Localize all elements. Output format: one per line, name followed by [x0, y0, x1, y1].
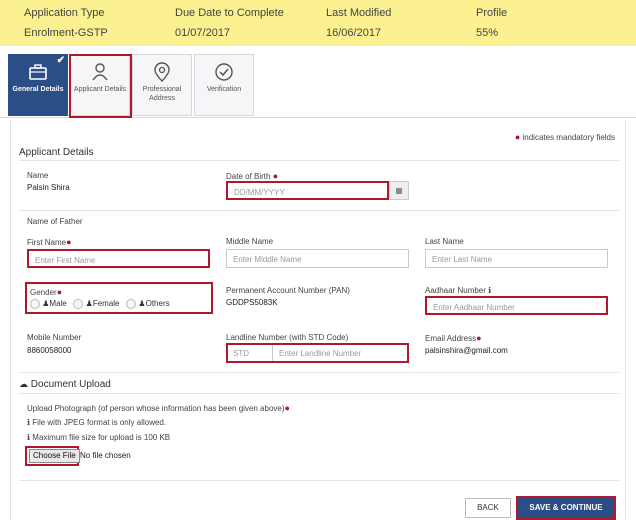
dob-input[interactable]: DD/MM/YYYY — [226, 181, 389, 200]
upload-note-format: ℹ File with JPEG format is only allowed. — [27, 418, 167, 427]
tab-professional-address[interactable]: Professional Address — [132, 54, 192, 116]
email-label: Email Address● — [425, 333, 482, 343]
check-circle-icon — [215, 63, 233, 81]
info-icon: ℹ — [488, 286, 492, 295]
landline-label: Landline Number (with STD Code) — [226, 333, 349, 342]
email-value: palsinshira@gmail.com — [425, 346, 508, 355]
application-summary-bar: Application Type Due Date to Complete La… — [0, 0, 636, 46]
gender-female-radio[interactable] — [73, 299, 84, 309]
application-type-value: Enrolment-GSTP — [24, 27, 108, 39]
last-name-input[interactable]: Enter Last Name — [425, 249, 608, 268]
gender-group: Gender● ♟Male ♟Female ♟Others — [25, 282, 213, 314]
checkmark-icon: ✔ — [56, 55, 65, 66]
std-code-input[interactable]: STD — [228, 345, 273, 361]
section-title-applicant: Applicant Details — [19, 147, 94, 158]
divider — [19, 480, 619, 481]
mobile-value: 8860058000 — [27, 346, 72, 355]
header-application-type: Application Type — [24, 7, 105, 19]
name-value: Palsin Shira — [27, 183, 70, 192]
landline-input[interactable]: Enter Landline Number — [274, 345, 407, 361]
due-date-value: 01/07/2017 — [175, 27, 231, 39]
calendar-icon[interactable]: ▦ — [389, 181, 409, 200]
header-due-date: Due Date to Complete — [175, 7, 284, 19]
divider — [19, 160, 619, 161]
divider — [19, 372, 619, 373]
name-label: Name — [27, 171, 49, 180]
tab-label: General Details — [12, 86, 64, 93]
last-modified-value: 16/06/2017 — [326, 27, 382, 39]
pan-value: GDDPS5083K — [226, 298, 278, 307]
tab-general-details[interactable]: ✔ General Details — [8, 54, 68, 116]
gender-male-label: Male — [49, 299, 67, 309]
first-name-input[interactable]: Enter First Name — [27, 249, 210, 268]
gender-others-label: Others — [145, 299, 170, 309]
profile-value: 55% — [476, 27, 499, 39]
divider — [19, 393, 619, 394]
location-pin-icon — [154, 62, 170, 82]
person-icon: ♟ — [138, 299, 146, 309]
applicant-details-panel: ● indicates mandatory fields Applicant D… — [10, 120, 626, 520]
pan-label: Permanent Account Number (PAN) — [226, 286, 350, 295]
header-profile: Profile — [476, 7, 508, 19]
aadhaar-input[interactable]: Enter Aadhaar Number — [425, 296, 608, 315]
info-icon: ℹ — [27, 433, 31, 442]
cloud-upload-icon: ☁ — [19, 379, 28, 389]
section-title-upload: ☁ Document Upload — [19, 379, 111, 390]
gender-female-label: Female — [92, 299, 120, 309]
first-name-label: First Name● — [27, 237, 72, 247]
gender-options: ♟Male ♟Female ♟Others — [30, 299, 170, 309]
last-name-label: Last Name — [425, 237, 464, 246]
tab-verification[interactable]: Verification — [194, 54, 254, 116]
upload-note-size: ℹ Maximum file size for upload is 100 KB — [27, 433, 171, 442]
briefcase-icon — [29, 64, 47, 80]
tab-label: Verification — [206, 86, 242, 93]
middle-name-input[interactable]: Enter Middle Name — [226, 249, 409, 268]
back-button[interactable]: BACK — [465, 498, 511, 518]
mobile-label: Mobile Number — [27, 333, 82, 342]
photo-upload-label: Upload Photograph (of person whose infor… — [27, 403, 290, 413]
no-file-chosen-text: No file chosen — [80, 451, 131, 460]
gender-others-radio[interactable] — [126, 299, 137, 309]
mandatory-note: ● indicates mandatory fields — [514, 132, 615, 142]
gender-male-radio[interactable] — [30, 299, 40, 309]
info-icon: ℹ — [27, 418, 31, 427]
father-name-label: Name of Father — [27, 217, 83, 226]
choose-file-button[interactable]: Choose File — [29, 449, 80, 463]
person-icon: ♟ — [85, 299, 93, 309]
highlight-applicant-tab — [69, 54, 132, 118]
aadhaar-label: Aadhaar Number ℹ — [425, 286, 492, 295]
landline-group: STD Enter Landline Number — [226, 343, 409, 363]
gender-label: Gender● — [30, 287, 63, 297]
save-continue-button[interactable]: SAVE & CONTINUE — [516, 496, 616, 520]
divider — [19, 210, 619, 211]
tab-label: Professional Address — [142, 86, 182, 102]
middle-name-label: Middle Name — [226, 237, 274, 246]
dob-label: Date of Birth ● — [226, 171, 279, 181]
required-dot-icon: ● — [514, 132, 521, 142]
header-last-modified: Last Modified — [326, 7, 392, 19]
